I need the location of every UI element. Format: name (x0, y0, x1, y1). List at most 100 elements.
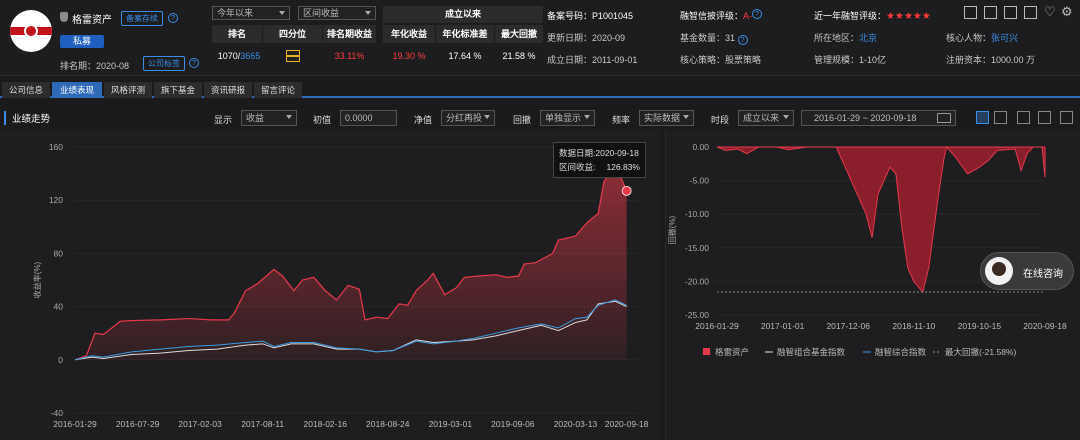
nav-select[interactable]: 分红再投 (441, 110, 495, 126)
tab-research[interactable]: 资讯研报 (204, 82, 252, 98)
table-icon[interactable] (994, 111, 1007, 124)
x-tick-label: 2020-09-18 (1023, 321, 1067, 331)
legend-label: 格雷资产 (715, 347, 749, 357)
y-tick-label: -15.00 (685, 243, 709, 253)
show-select[interactable]: 收益 (241, 110, 297, 126)
record-status-tag[interactable]: 备案存续 (121, 11, 163, 26)
max-dd-value: 21.58 % (502, 51, 536, 61)
y-tick-label: 40 (54, 302, 64, 312)
x-tick-label: 2019-09-06 (491, 419, 535, 429)
shield-icon (60, 12, 68, 22)
pdf-icon[interactable] (1004, 6, 1017, 19)
init-input[interactable]: 0.0000 (340, 110, 397, 126)
col-header-ann-return: 年化收益 (383, 25, 435, 43)
header-panel: 格雷资产 备案存续 ? 私募 排名期：2020-08 公司标签 ? 今年以来 区… (0, 0, 1080, 76)
tab-performance[interactable]: 业绩表现 (52, 82, 102, 98)
section-title: 业绩走势 (4, 111, 50, 125)
excel-icon[interactable] (1038, 111, 1051, 124)
x-tick-label: 2019-03-01 (429, 419, 473, 429)
y-tick-label: -25.00 (685, 310, 709, 320)
nav-label: 净值 (414, 115, 433, 125)
period-return-value: 33.11% (334, 51, 365, 61)
gear-icon[interactable]: ⚙ (1061, 4, 1073, 20)
x-tick-label: 2020-09-18 (605, 419, 649, 429)
area-chart-icon[interactable] (1017, 111, 1030, 124)
legend-label: 融智组合基金指数 (777, 347, 846, 357)
tab-style-eval[interactable]: 风格评测 (104, 82, 152, 98)
col-header-rank: 排名 (212, 25, 262, 43)
x-tick-label: 2018-11-10 (892, 321, 935, 331)
range-select[interactable]: 今年以来 (212, 6, 290, 20)
y-tick-label: -5.00 (690, 176, 710, 186)
x-tick-label: 2018-08-24 (366, 419, 410, 429)
hover-point (621, 185, 632, 196)
heart-icon[interactable]: ♡ (1044, 4, 1056, 20)
ann-return-value: 19.30 % (392, 51, 426, 61)
core-person: 核心人物：张可兴 (946, 33, 1019, 43)
x-tick-label: 2017-08-11 (241, 419, 284, 429)
tab-bar: 公司信息 业绩表现 风格评测 旗下基金 资讯研报 留言评论 (0, 82, 1080, 98)
init-label: 初值 (313, 115, 332, 125)
record-number: 备案号码：P1001045 (547, 11, 634, 21)
legend-label: 最大回撤(-21.58%) (945, 347, 1016, 357)
metric-select[interactable]: 区间收益 (298, 6, 376, 20)
freq-select[interactable]: 实际数据 (639, 110, 694, 126)
line-chart-icon[interactable] (976, 111, 989, 124)
x-tick-label: 2019-10-15 (958, 321, 1002, 331)
calendar-icon[interactable] (937, 113, 951, 123)
drawdown-select[interactable]: 单独显示 (540, 110, 595, 126)
company-tag-button[interactable]: 公司标签 (143, 56, 185, 71)
legend-swatch (703, 348, 710, 355)
edit-icon[interactable] (964, 6, 977, 19)
company-logo (10, 10, 52, 52)
x-tick-label: 2016-01-29 (53, 419, 97, 429)
y-axis-label: 回撤(%) (667, 215, 677, 244)
region: 所在地区：北京 (814, 33, 878, 43)
registered-capital: 注册资本：1000.00 万 (946, 55, 1036, 65)
toolbar: 业绩走势 显示 收益 初值 0.0000 净值 分红再投 回撤 单独显示 频率 … (0, 108, 1080, 128)
help-icon[interactable]: ? (168, 13, 178, 23)
since-inception-header: 成立以来 (383, 6, 543, 23)
tab-company-info[interactable]: 公司信息 (2, 82, 50, 98)
disclosure-rating: 融智信披评级：A- (680, 11, 753, 21)
fund-count: 基金数量：31 ? (680, 31, 748, 45)
date-range-input[interactable]: 2016-01-29 ~ 2020-09-18 (801, 110, 956, 126)
type-button[interactable]: 私募 (60, 35, 104, 48)
x-tick-label: 2016-01-29 (695, 321, 739, 331)
image-icon[interactable] (1060, 111, 1073, 124)
x-tick-label: 2017-01-01 (761, 321, 805, 331)
document-icon[interactable] (984, 6, 997, 19)
drawdown-label: 回撤 (513, 115, 532, 125)
y-tick-label: -10.00 (685, 209, 709, 219)
tab-funds[interactable]: 旗下基金 (154, 82, 202, 98)
y-tick-label: -20.00 (685, 276, 709, 286)
y-tick-label: 0 (58, 355, 63, 365)
found-date: 成立日期：2011-09-01 (547, 55, 638, 65)
help-icon[interactable]: ? (752, 9, 762, 19)
online-consult-button[interactable]: 在线咨询 (980, 252, 1074, 290)
management-scale: 管理规模：1-10亿 (814, 55, 887, 65)
ann-std-value: 17.64 % (448, 51, 482, 61)
help-icon[interactable]: ? (189, 58, 199, 68)
y-tick-label: 160 (49, 142, 63, 152)
x-tick-label: 2018-02-16 (303, 419, 347, 429)
show-label: 显示 (214, 115, 233, 125)
avatar (985, 257, 1013, 285)
rank-period: 排名期：2020-08 (60, 61, 130, 71)
quartile-icon (263, 45, 322, 67)
legend-label: 融智综合指数 (875, 347, 927, 357)
x-tick-label: 2017-02-03 (178, 419, 222, 429)
firm-name: 格雷资产 (72, 15, 112, 26)
col-header-quartile: 四分位 (263, 25, 322, 43)
x-tick-label: 2017-12-06 (826, 321, 870, 331)
rank-value: 1070/3665 (217, 51, 261, 61)
update-date: 更新日期：2020-09 (547, 33, 626, 43)
y-axis-label: 收益率(%) (32, 261, 42, 298)
col-header-max-dd: 最大回撤 (495, 25, 543, 43)
report-icon[interactable] (1024, 6, 1037, 19)
core-strategy: 核心策略：股票策略 (680, 55, 762, 65)
freq-label: 频率 (612, 115, 631, 125)
tab-comments[interactable]: 留言评论 (254, 82, 302, 98)
x-tick-label: 2020-03-13 (554, 419, 598, 429)
period-select[interactable]: 成立以来 (738, 110, 794, 126)
